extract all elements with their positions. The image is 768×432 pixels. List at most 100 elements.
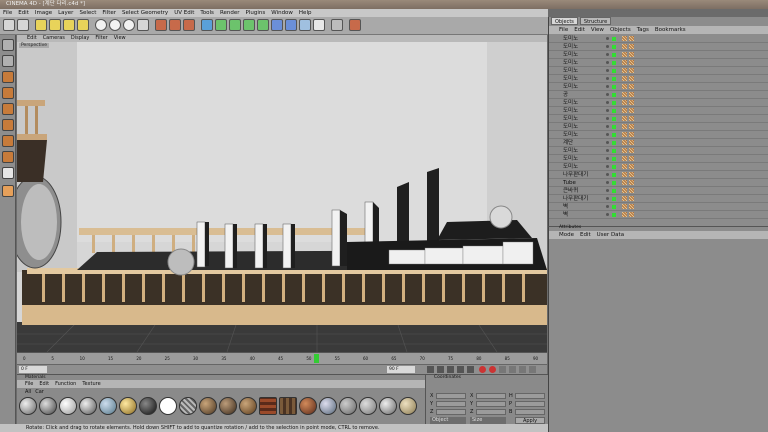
material-menu-function[interactable]: Function [55, 380, 76, 388]
visibility-dot-icon[interactable] [606, 205, 609, 208]
menu-item-layer[interactable]: Layer [58, 9, 73, 17]
visibility-dot-icon[interactable] [606, 165, 609, 168]
material-tag-icon[interactable] [622, 84, 627, 89]
enabled-check-icon[interactable] [612, 77, 616, 81]
enabled-check-icon[interactable] [612, 205, 616, 209]
goto-start-icon[interactable] [427, 366, 434, 373]
material-tab-car[interactable]: Car [35, 388, 44, 396]
material-swatch[interactable] [279, 397, 297, 415]
material-swatch[interactable] [159, 397, 177, 415]
material-swatch[interactable] [179, 397, 197, 415]
visibility-dot-icon[interactable] [606, 197, 609, 200]
visibility-dot-icon[interactable] [606, 125, 609, 128]
y-axis-icon[interactable] [109, 19, 121, 31]
material-tag-icon[interactable] [622, 180, 627, 185]
3d-viewport[interactable]: Perspective [17, 42, 547, 352]
redo-icon[interactable] [17, 19, 29, 31]
size-y-field[interactable] [476, 401, 506, 407]
enabled-check-icon[interactable] [612, 173, 616, 177]
render-picture-viewer-icon[interactable] [169, 19, 181, 31]
texture-tag-icon[interactable] [629, 196, 634, 201]
enabled-check-icon[interactable] [612, 69, 616, 73]
material-swatch[interactable] [339, 397, 357, 415]
visibility-dot-icon[interactable] [606, 69, 609, 72]
material-tag-icon[interactable] [622, 188, 627, 193]
material-tag-icon[interactable] [622, 148, 627, 153]
material-tag-icon[interactable] [622, 60, 627, 65]
coord-mode-dropdown[interactable]: Object [430, 417, 466, 424]
menu-item-select[interactable]: Select [79, 9, 96, 17]
visibility-dot-icon[interactable] [606, 93, 609, 96]
object-menu-edit[interactable]: Edit [574, 26, 585, 34]
object-mode-icon[interactable] [2, 87, 14, 99]
rot-h-field[interactable] [515, 393, 545, 399]
visibility-dot-icon[interactable] [606, 149, 609, 152]
enabled-check-icon[interactable] [612, 101, 616, 105]
material-tag-icon[interactable] [622, 212, 627, 217]
uv-mode-icon[interactable] [2, 167, 14, 179]
texture-tag-icon[interactable] [629, 100, 634, 105]
play-icon[interactable] [447, 366, 454, 373]
menu-item-uv-edit[interactable]: UV Edit [174, 9, 194, 17]
menu-item-filter[interactable]: Filter [102, 9, 116, 17]
texture-tag-icon[interactable] [629, 172, 634, 177]
rotate-icon[interactable] [77, 19, 89, 31]
texture-tag-icon[interactable] [629, 164, 634, 169]
material-tag-icon[interactable] [622, 52, 627, 57]
material-swatch[interactable] [79, 397, 97, 415]
material-tag-icon[interactable] [622, 68, 627, 73]
timeline-ruler[interactable]: 0 5 10 15 20 25 30 35 40 45 50 55 60 65 70 75 80 85 90 [17, 352, 547, 364]
viewport-menu-filter[interactable]: Filter [95, 35, 107, 42]
deformer-icon[interactable] [257, 19, 269, 31]
material-tag-icon[interactable] [622, 44, 627, 49]
object-row[interactable]: 도미노 [549, 51, 768, 59]
visibility-dot-icon[interactable] [606, 213, 609, 216]
enabled-check-icon[interactable] [612, 197, 616, 201]
size-mode-dropdown[interactable]: Size [470, 417, 506, 424]
viewport-menu-cameras[interactable]: Cameras [43, 35, 65, 42]
object-row[interactable]: 큰바퀴 [549, 187, 768, 195]
material-swatch[interactable] [239, 397, 257, 415]
pos-z-field[interactable] [436, 409, 466, 415]
material-tag-icon[interactable] [622, 36, 627, 41]
object-row[interactable]: 공 [549, 91, 768, 99]
object-row[interactable]: 도미노 [549, 107, 768, 115]
edges-mode-icon[interactable] [2, 135, 14, 147]
material-swatch[interactable] [19, 397, 37, 415]
material-tag-icon[interactable] [622, 92, 627, 97]
object-row[interactable]: 도미노 [549, 147, 768, 155]
object-row[interactable]: 도미노 [549, 99, 768, 107]
visibility-dot-icon[interactable] [606, 61, 609, 64]
object-row[interactable]: 도미노 [549, 83, 768, 91]
live-select-icon[interactable] [35, 19, 47, 31]
enabled-check-icon[interactable] [612, 165, 616, 169]
rot-b-field[interactable] [515, 409, 545, 415]
material-swatch[interactable] [219, 397, 237, 415]
enabled-check-icon[interactable] [612, 53, 616, 57]
array-icon[interactable] [229, 19, 241, 31]
tab-objects[interactable]: Objects [551, 17, 578, 25]
menu-item-help[interactable]: Help [299, 9, 312, 17]
keyframe-selection-icon[interactable] [499, 366, 506, 373]
material-tag-icon[interactable] [622, 124, 627, 129]
object-row[interactable]: 도미노 [549, 115, 768, 123]
world-coords-icon[interactable] [137, 19, 149, 31]
undo-icon[interactable] [3, 19, 15, 31]
material-tag-icon[interactable] [622, 196, 627, 201]
attribute-menu-mode[interactable]: Mode [559, 231, 574, 239]
texture-tag-icon[interactable] [629, 204, 634, 209]
material-menu-texture[interactable]: Texture [82, 380, 100, 388]
object-row[interactable]: 도미노 [549, 43, 768, 51]
visibility-dot-icon[interactable] [606, 189, 609, 192]
enabled-check-icon[interactable] [612, 181, 616, 185]
object-row[interactable]: 도미노 [549, 75, 768, 83]
material-swatch[interactable] [39, 397, 57, 415]
object-row[interactable]: 도미노 [549, 59, 768, 67]
viewport-menu-edit[interactable]: Edit [27, 35, 37, 42]
menu-item-file[interactable]: File [3, 9, 12, 17]
material-swatch[interactable] [99, 397, 117, 415]
texture-tag-icon[interactable] [629, 76, 634, 81]
menu-item-window[interactable]: Window [271, 9, 293, 17]
object-row[interactable]: 벽 [549, 203, 768, 211]
material-swatch[interactable] [359, 397, 377, 415]
